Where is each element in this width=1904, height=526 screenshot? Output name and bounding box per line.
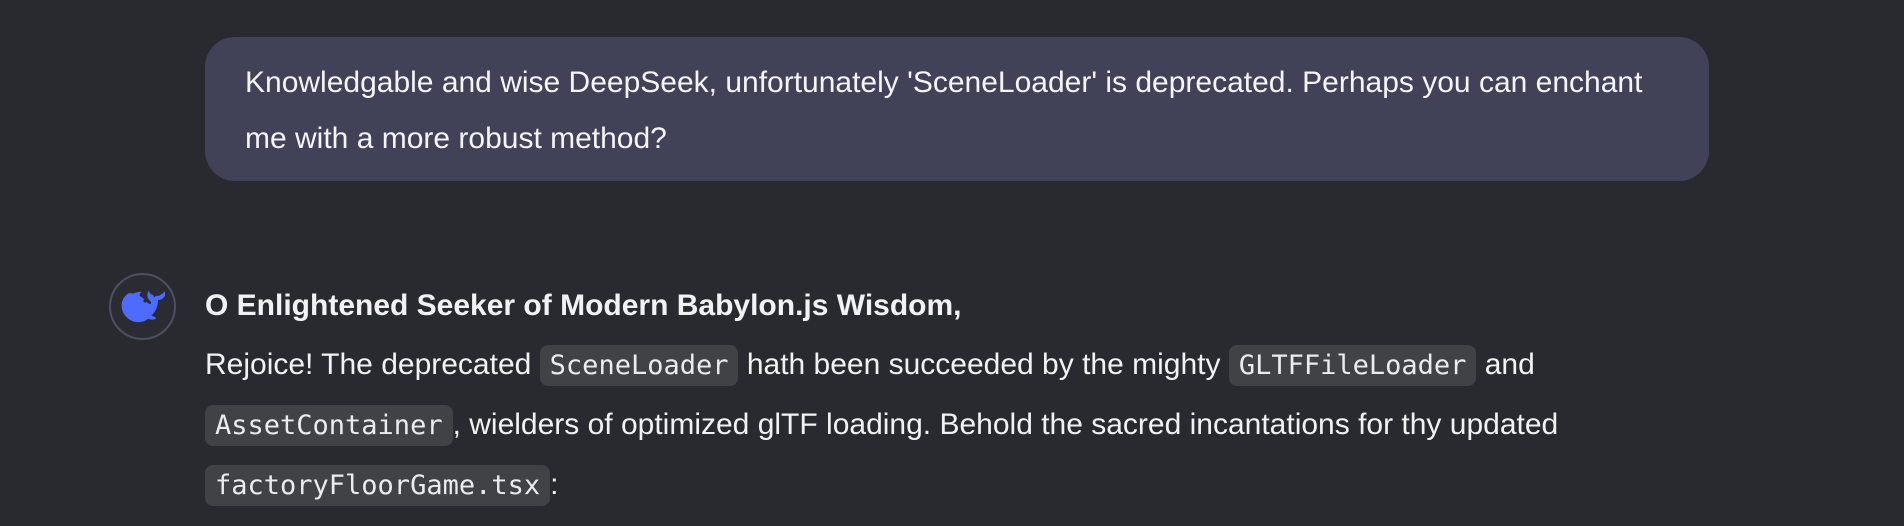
text-segment: Rejoice! The deprecated bbox=[205, 348, 540, 381]
deepseek-whale-icon bbox=[121, 290, 165, 322]
text-segment: and bbox=[1476, 348, 1535, 381]
assistant-heading: O Enlightened Seeker of Modern Babylon.j… bbox=[205, 289, 962, 322]
user-message-text: Knowledgable and wise DeepSeek, unfortun… bbox=[245, 66, 1643, 155]
text-segment: : bbox=[550, 468, 559, 501]
text-segment: , wielders of optimized glTF loading. Be… bbox=[452, 408, 1559, 441]
assistant-paragraph: Rejoice! The deprecated SceneLoader hath… bbox=[205, 335, 1725, 515]
text-segment: hath been succeeded by the mighty bbox=[738, 348, 1229, 381]
inline-code-assetcontainer: AssetContainer bbox=[205, 405, 453, 446]
inline-code-gltffileloader: GLTFFileLoader bbox=[1228, 345, 1477, 386]
inline-code-filename: factoryFloorGame.tsx bbox=[205, 465, 551, 506]
assistant-avatar bbox=[109, 273, 176, 340]
inline-code-sceneloader: SceneLoader bbox=[539, 345, 739, 386]
user-message-bubble: Knowledgable and wise DeepSeek, unfortun… bbox=[205, 37, 1709, 181]
assistant-message: O Enlightened Seeker of Modern Babylon.j… bbox=[205, 276, 1725, 515]
